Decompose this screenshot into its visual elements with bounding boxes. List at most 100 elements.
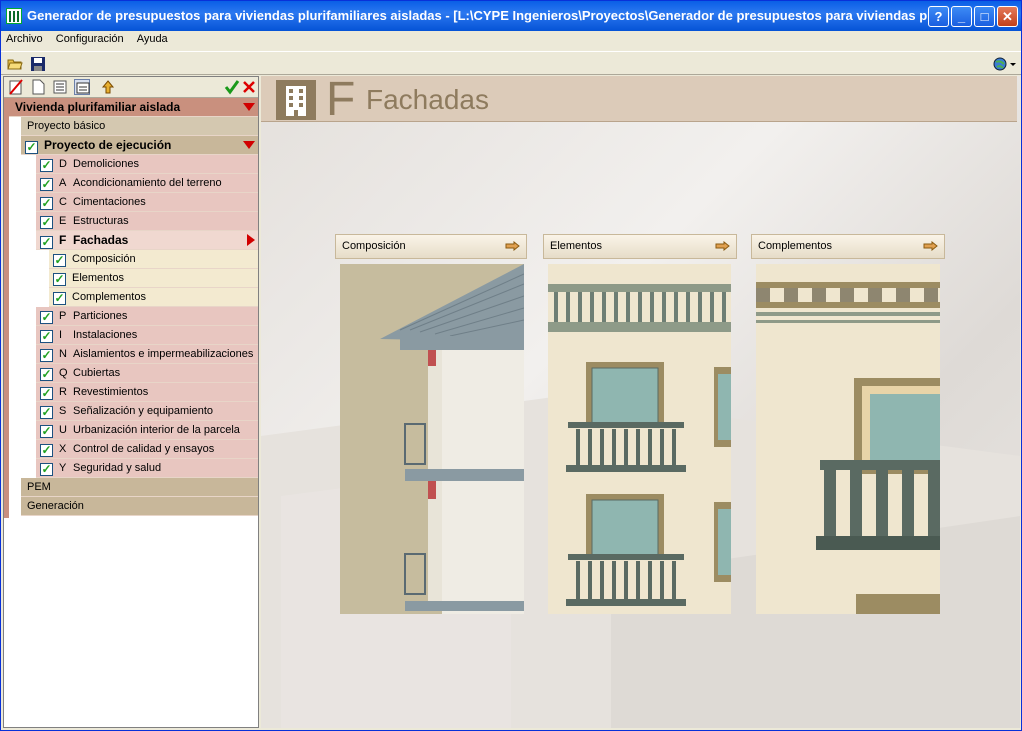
checkbox-icon[interactable]: ✓ xyxy=(40,159,53,172)
checkbox-icon[interactable]: ✓ xyxy=(40,349,53,362)
page-title: Fachadas xyxy=(366,84,489,115)
tree-chapter-aislamientos[interactable]: ✓ N Aislamientos e impermeabilizaciones xyxy=(36,345,258,364)
maximize-button[interactable]: □ xyxy=(974,6,995,27)
checkbox-icon[interactable]: ✓ xyxy=(40,387,53,400)
tree-subitem-composicion[interactable]: ✓ Composición xyxy=(49,250,258,269)
chapter-label: Fachadas xyxy=(73,233,129,247)
chapter-letter: I xyxy=(59,329,63,341)
new-document-icon[interactable] xyxy=(30,79,46,95)
collapse-arrow-icon[interactable] xyxy=(243,103,255,111)
checkbox-icon[interactable]: ✓ xyxy=(25,141,38,154)
selected-arrow-icon xyxy=(247,234,255,246)
checkbox-icon[interactable]: ✓ xyxy=(40,178,53,191)
cancel-x-icon[interactable] xyxy=(241,79,257,95)
chapter-letter: X xyxy=(59,443,67,455)
tree-chapter-fachadas[interactable]: ✓ F Fachadas xyxy=(36,231,258,250)
tree-chapter-acondicionamiento[interactable]: ✓ A Acondicionamiento del terreno xyxy=(36,174,258,193)
chapter-label: Demoliciones xyxy=(73,158,140,170)
tree-item-proyecto-basico[interactable]: Proyecto básico xyxy=(21,117,258,136)
checkbox-icon[interactable]: ✓ xyxy=(40,368,53,381)
chapter-letter: Q xyxy=(59,367,68,379)
delete-icon[interactable] xyxy=(8,79,24,95)
save-icon[interactable] xyxy=(29,55,47,72)
tree-chapter-demoliciones[interactable]: ✓ D Demoliciones xyxy=(36,155,258,174)
tree-item-label: Proyecto básico xyxy=(27,120,106,132)
chapter-label: Urbanización interior de la parcela xyxy=(73,424,240,436)
elementos-button[interactable]: Elementos xyxy=(543,234,737,259)
chapter-label: Estructuras xyxy=(73,215,129,227)
checkbox-icon[interactable]: ✓ xyxy=(40,330,53,343)
title-bar: Generador de presupuestos para viviendas… xyxy=(1,1,1021,31)
elementos-image xyxy=(548,264,731,614)
up-arrow-icon[interactable] xyxy=(100,79,116,95)
complementos-button[interactable]: Complementos xyxy=(751,234,945,259)
tree-root[interactable]: Vivienda plurifamiliar aislada xyxy=(9,98,258,117)
tree-item-proyecto-ejecucion[interactable]: ✓ Proyecto de ejecución xyxy=(21,136,258,155)
chapter-letter: F xyxy=(59,233,67,247)
checkbox-icon[interactable]: ✓ xyxy=(40,197,53,210)
checkbox-icon[interactable]: ✓ xyxy=(53,292,66,305)
checkbox-icon[interactable]: ✓ xyxy=(40,311,53,324)
card-label: Composición xyxy=(342,240,406,252)
close-button[interactable]: ✕ xyxy=(997,6,1018,27)
tree-chapter-cimentaciones[interactable]: ✓ C Cimentaciones xyxy=(36,193,258,212)
checkbox-icon[interactable]: ✓ xyxy=(40,425,53,438)
checkbox-icon[interactable]: ✓ xyxy=(53,273,66,286)
chapter-letter: E xyxy=(59,215,67,227)
menu-archivo[interactable]: Archivo xyxy=(1,31,48,47)
tree-chapter-cubiertas[interactable]: ✓ Q Cubiertas xyxy=(36,364,258,383)
arrow-right-icon xyxy=(715,241,730,251)
tree-chapter-seguridad[interactable]: ✓ Y Seguridad y salud xyxy=(36,459,258,478)
tree-chapter-particiones[interactable]: ✓ P Particiones xyxy=(36,307,258,326)
chapter-label: Revestimientos xyxy=(73,386,149,398)
chapter-letter: C xyxy=(59,196,67,208)
subitem-label: Complementos xyxy=(72,291,146,303)
checkbox-icon[interactable]: ✓ xyxy=(40,216,53,229)
menu-ayuda[interactable]: Ayuda xyxy=(132,31,173,47)
window-title: Generador de presupuestos para viviendas… xyxy=(27,8,939,23)
subitem-label: Elementos xyxy=(72,272,124,284)
menu-configuracion[interactable]: Configuración xyxy=(51,31,129,47)
checkbox-icon[interactable]: ✓ xyxy=(40,444,53,457)
view-icon[interactable] xyxy=(74,79,90,95)
chapter-label: Acondicionamiento del terreno xyxy=(73,177,222,189)
checkbox-icon[interactable]: ✓ xyxy=(40,463,53,476)
tree-chapter-revestimientos[interactable]: ✓ R Revestimientos xyxy=(36,383,258,402)
chapter-label: Cubiertas xyxy=(73,367,121,379)
globe-dropdown-icon[interactable] xyxy=(991,55,1017,72)
tree-item-label: PEM xyxy=(27,481,51,493)
list-icon[interactable] xyxy=(52,79,68,95)
checkbox-icon[interactable]: ✓ xyxy=(53,254,66,267)
accept-check-icon[interactable] xyxy=(224,79,240,95)
tree-subitem-complementos[interactable]: ✓ Complementos xyxy=(49,288,258,307)
tree-chapter-urbanizacion[interactable]: ✓ U Urbanización interior de la parcela xyxy=(36,421,258,440)
application-window: Generador de presupuestos para viviendas… xyxy=(0,0,1022,731)
tree-subitem-elementos[interactable]: ✓ Elementos xyxy=(49,269,258,288)
tree-toolbar xyxy=(4,77,258,98)
minimize-button[interactable]: _ xyxy=(951,6,972,27)
checkbox-icon[interactable]: ✓ xyxy=(40,406,53,419)
card-label: Elementos xyxy=(550,240,602,252)
chapter-letter: Y xyxy=(59,462,67,474)
tree-chapter-senalizacion[interactable]: ✓ S Señalización y equipamiento xyxy=(36,402,258,421)
tree-item-generacion[interactable]: Generación xyxy=(21,497,258,516)
chapter-letter: D xyxy=(59,158,67,170)
arrow-right-icon xyxy=(505,241,520,251)
tree-chapter-control-calidad[interactable]: ✓ X Control de calidad y ensayos xyxy=(36,440,258,459)
composicion-button[interactable]: Composición xyxy=(335,234,527,259)
open-folder-icon[interactable] xyxy=(6,55,24,72)
tree-chapter-estructuras[interactable]: ✓ E Estructuras xyxy=(36,212,258,231)
chapter-tree: Vivienda plurifamiliar aislada Proyecto … xyxy=(4,98,258,516)
tree-chapter-instalaciones[interactable]: ✓ I Instalaciones xyxy=(36,326,258,345)
composicion-image xyxy=(340,264,524,614)
chapter-letter: P xyxy=(59,310,67,322)
chapter-letter: S xyxy=(59,405,67,417)
header-letter: F xyxy=(326,76,356,126)
tree-item-pem[interactable]: PEM xyxy=(21,478,258,497)
help-button[interactable]: ? xyxy=(928,6,949,27)
collapse-arrow-icon[interactable] xyxy=(243,141,255,149)
chapter-label: Control de calidad y ensayos xyxy=(73,443,215,455)
checkbox-icon[interactable]: ✓ xyxy=(40,236,53,249)
chapter-label: Seguridad y salud xyxy=(73,462,162,474)
building-icon xyxy=(276,80,316,120)
